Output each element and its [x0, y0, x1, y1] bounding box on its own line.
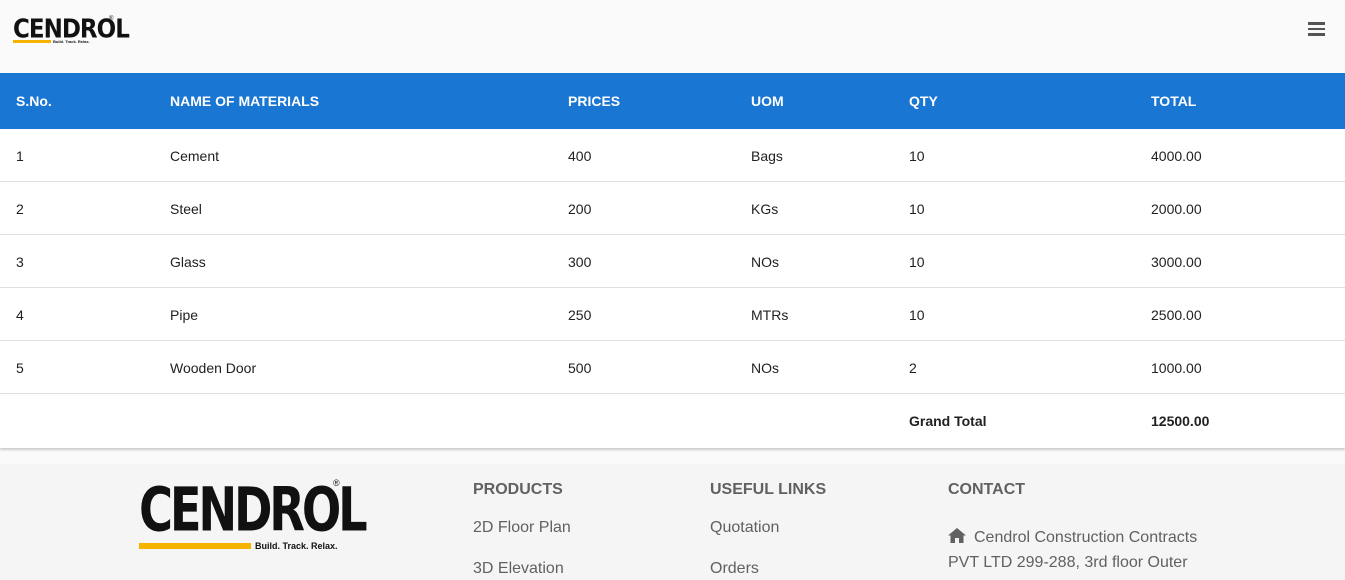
contact-address: Cendrol Construction Contracts PVT LTD 2… — [948, 525, 1218, 575]
table-row: 2 Steel 200 KGs 10 2000.00 — [0, 182, 1345, 235]
cell-sno: 1 — [16, 148, 24, 164]
cell-total: 4000.00 — [1151, 148, 1202, 164]
cell-name: Cement — [170, 148, 220, 164]
table-row: 3 Glass 300 NOs 10 3000.00 — [0, 235, 1345, 288]
grand-total-value: 12500.00 — [1151, 413, 1210, 429]
cell-total: 2000.00 — [1151, 201, 1202, 217]
cell-qty: 2 — [909, 360, 917, 376]
table-header: S.No. NAME OF MATERIALS PRICES UOM QTY T… — [0, 73, 1345, 129]
cell-sno: 5 — [16, 360, 24, 376]
cell-qty: 10 — [909, 148, 925, 164]
column-header-prices: PRICES — [568, 93, 621, 109]
useful-links-heading: USEFUL LINKS — [710, 481, 827, 498]
cell-sno: 2 — [16, 201, 24, 217]
brand-logo[interactable]: CENDROL ® Build. Track. Relax. — [13, 16, 130, 44]
column-header-sno: S.No. — [16, 93, 52, 109]
link-quotation[interactable]: Quotation — [710, 519, 779, 537]
column-header-qty: QTY — [909, 93, 938, 109]
column-header-total: TOTAL — [1151, 93, 1197, 109]
cell-uom: MTRs — [751, 307, 789, 323]
cell-price: 500 — [568, 360, 592, 376]
cell-total: 1000.00 — [1151, 360, 1202, 376]
cell-price: 200 — [568, 201, 592, 217]
link-2d-floor-plan[interactable]: 2D Floor Plan — [473, 519, 571, 537]
footer-logo[interactable]: CENDROL ® Build. Track. Relax. — [139, 478, 368, 553]
table-row: 5 Wooden Door 500 NOs 2 1000.00 — [0, 341, 1345, 394]
cell-uom: KGs — [751, 201, 779, 217]
home-icon — [948, 528, 966, 543]
cell-qty: 10 — [909, 201, 925, 217]
contact-heading: CONTACT — [948, 481, 1026, 498]
cell-uom: Bags — [751, 148, 783, 164]
cell-qty: 10 — [909, 307, 925, 323]
cell-name: Wooden Door — [170, 360, 257, 376]
table-row: 1 Cement 400 Bags 10 4000.00 — [0, 129, 1345, 182]
link-orders[interactable]: Orders — [710, 560, 759, 578]
cell-name: Pipe — [170, 307, 199, 323]
products-heading: PRODUCTS — [473, 481, 563, 498]
cell-price: 250 — [568, 307, 592, 323]
cell-price: 400 — [568, 148, 592, 164]
cell-name: Glass — [170, 254, 206, 270]
footer: CENDROL ® Build. Track. Relax. PRODUCTS … — [0, 464, 1345, 580]
grand-total-row: Grand Total 12500.00 — [0, 394, 1345, 447]
table-row: 4 Pipe 250 MTRs 10 2500.00 — [0, 288, 1345, 341]
column-header-uom: UOM — [751, 93, 784, 109]
materials-table: S.No. NAME OF MATERIALS PRICES UOM QTY T… — [0, 73, 1345, 448]
cell-total: 3000.00 — [1151, 254, 1202, 270]
cell-sno: 3 — [16, 254, 24, 270]
grand-total-label: Grand Total — [909, 413, 987, 429]
cell-qty: 10 — [909, 254, 925, 270]
cell-price: 300 — [568, 254, 592, 270]
link-3d-elevation[interactable]: 3D Elevation — [473, 560, 564, 578]
cell-total: 2500.00 — [1151, 307, 1202, 323]
hamburger-menu-icon[interactable] — [1304, 19, 1328, 41]
cell-sno: 4 — [16, 307, 24, 323]
top-navbar: CENDROL ® Build. Track. Relax. — [0, 0, 1345, 73]
cell-uom: NOs — [751, 254, 779, 270]
cell-uom: NOs — [751, 360, 779, 376]
cell-name: Steel — [170, 201, 202, 217]
contact-address-text: Cendrol Construction Contracts PVT LTD 2… — [948, 529, 1198, 571]
column-header-name: NAME OF MATERIALS — [170, 93, 320, 109]
